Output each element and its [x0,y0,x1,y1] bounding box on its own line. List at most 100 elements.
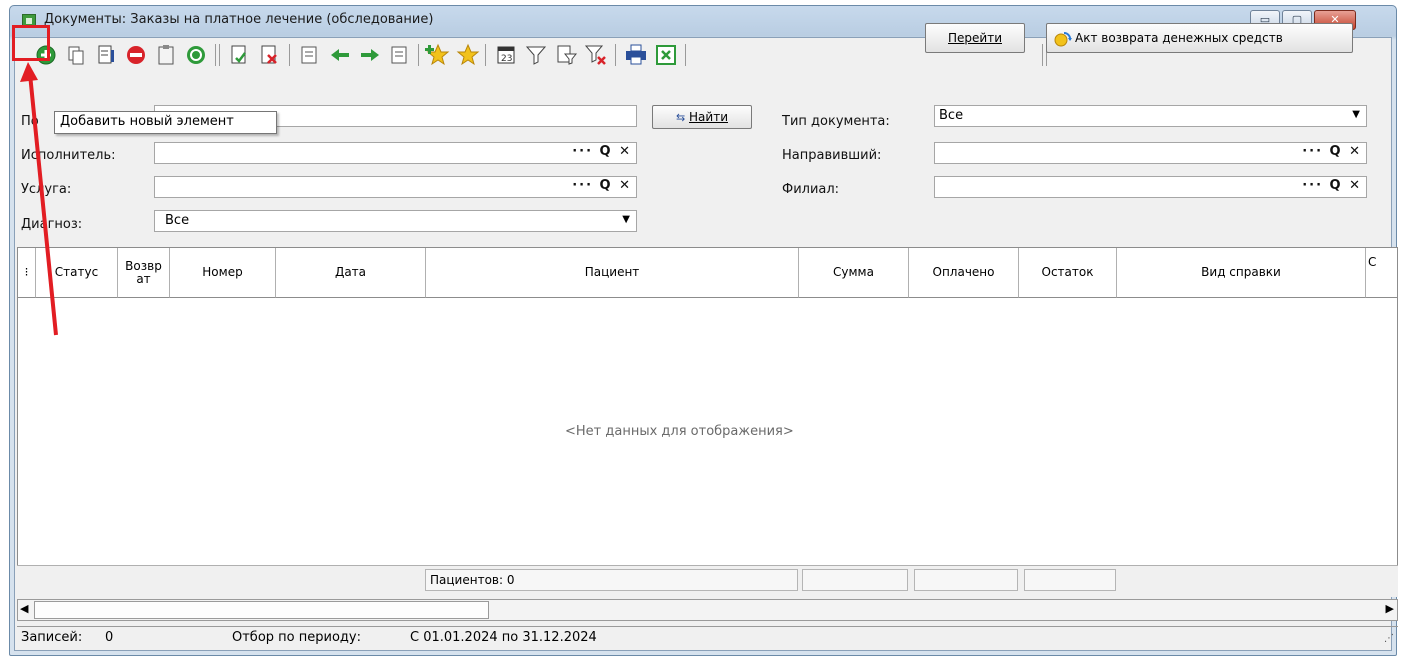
delete-button[interactable] [123,42,149,68]
add-tooltip: Добавить новый элемент [54,111,277,134]
period-button[interactable]: 23 [493,42,519,68]
document-cross-icon [261,45,277,64]
grid-summary-row: Пациентов: 0 [17,565,1398,597]
arrow-right-icon [361,49,379,61]
col-header-partial[interactable]: С [1366,248,1397,298]
diagnosis-value: Все [165,213,190,228]
executor-lookup-icons[interactable]: ··· Q ✕ [572,144,632,159]
clipboard-button[interactable] [153,42,179,68]
branch-field[interactable]: ··· Q ✕ [934,176,1367,198]
refund-act-button[interactable]: Акт возврата денежных средств [1046,23,1353,53]
scroll-left-icon[interactable]: ◀ [20,602,28,615]
referrer-field[interactable]: ··· Q ✕ [934,142,1367,164]
toolbar-separator [485,44,486,66]
chevron-down-icon: ▼ [622,214,630,225]
star-plus-icon [425,43,450,66]
refresh-button[interactable] [183,42,209,68]
diagnosis-label: Диагноз: [21,217,83,232]
referrer-label: Направивший: [782,148,882,163]
resize-grip-icon[interactable]: ⋰ [1384,633,1394,644]
prev-button[interactable] [327,42,353,68]
doc-type-select[interactable]: Все ▼ [934,105,1367,127]
executor-label: Исполнитель: [21,148,116,163]
period-label: Отбор по периоду: [232,630,361,645]
toolbar-separator [1042,44,1043,66]
arrow-left-icon [331,49,349,61]
service-field[interactable]: ··· Q ✕ [154,176,637,198]
horizontal-scrollbar[interactable]: ◀ ▶ [17,599,1398,621]
referrer-lookup-icons[interactable]: ··· Q ✕ [1302,144,1362,159]
patients-count: Пациентов: 0 [425,569,798,591]
svg-text:23: 23 [501,54,512,64]
money-return-icon [1054,31,1072,47]
scroll-right-icon[interactable]: ▶ [1386,602,1394,615]
star-icon [456,43,480,66]
chevron-down-icon: ▼ [1352,109,1360,120]
diagnosis-select[interactable]: Все ▼ [154,210,637,232]
branch-lookup-icons[interactable]: ··· Q ✕ [1302,178,1362,193]
find-button[interactable]: ⇆ Найти [652,105,752,129]
toolbar-separator [685,44,686,66]
refresh-icon [187,46,205,64]
unapprove-button[interactable] [257,42,283,68]
period-value: С 01.01.2024 по 31.12.2024 [410,630,597,645]
records-value: 0 [105,630,114,645]
col-header-certificate-type[interactable]: Вид справки [1117,248,1366,298]
col-header-number[interactable]: Номер [170,248,276,298]
find-label: Найти [689,110,728,124]
annotation-highlight-box [12,25,50,61]
paid-total-cell [914,569,1018,591]
empty-grid-message: <Нет данных для отображения> [565,424,794,439]
toolbar-separator [418,44,419,66]
scroll-thumb[interactable] [34,601,489,619]
clipboard-icon [158,45,174,65]
favorites-button[interactable] [455,42,481,68]
add-favorite-button[interactable] [425,42,451,68]
col-header-return[interactable]: Возвр ат [118,248,170,298]
export-excel-button[interactable] [653,42,679,68]
col-header-sum[interactable]: Сумма [799,248,909,298]
col-header-paid[interactable]: Оплачено [909,248,1019,298]
print-button[interactable] [623,42,649,68]
filter-icon [525,46,547,65]
next-button[interactable] [357,42,383,68]
executor-field[interactable]: ··· Q ✕ [154,142,637,164]
document-list-icon [391,46,407,64]
navigate-button[interactable]: Перейти [925,23,1025,53]
move-right-doc-button[interactable] [387,42,413,68]
copy-button[interactable] [63,42,89,68]
refund-act-label: Акт возврата денежных средств [1075,31,1283,45]
copy-icon [68,46,84,65]
toolbar-separator [289,44,290,66]
search-label: По [21,114,39,129]
edit-document-icon [98,45,114,64]
balance-total-cell [1024,569,1116,591]
filter-edit-button[interactable] [553,42,579,68]
toolbar-separator [215,44,216,66]
move-left-doc-button[interactable] [297,42,323,68]
col-header-date[interactable]: Дата [276,248,426,298]
records-label: Записей: [21,630,83,645]
navigate-label: Перейти [948,31,1002,45]
clear-filter-button[interactable] [583,42,609,68]
service-lookup-icons[interactable]: ··· Q ✕ [572,178,632,193]
find-icon: ⇆ [675,111,686,124]
filter-button[interactable] [523,42,549,68]
window-title: Документы: Заказы на платное лечение (об… [44,12,434,27]
toolbar-separator [219,44,220,66]
excel-icon [656,45,676,65]
filter-clear-icon [584,45,606,65]
col-header-balance[interactable]: Остаток [1019,248,1117,298]
col-header-status[interactable]: Статус [36,248,118,298]
approve-button[interactable] [227,42,253,68]
calendar-icon: 23 [497,46,515,64]
service-label: Услуга: [21,182,72,197]
doc-type-label: Тип документа: [782,114,890,129]
edit-button[interactable] [93,42,119,68]
document-check-icon [231,45,246,64]
column-chooser-icon[interactable]: ⁝ [18,248,36,298]
data-grid[interactable]: ⁝ Статус Возвр ат Номер Дата Пациент Сум… [17,247,1398,597]
printer-icon [626,44,646,65]
col-header-patient[interactable]: Пациент [426,248,799,298]
doc-type-value: Все [939,108,964,123]
